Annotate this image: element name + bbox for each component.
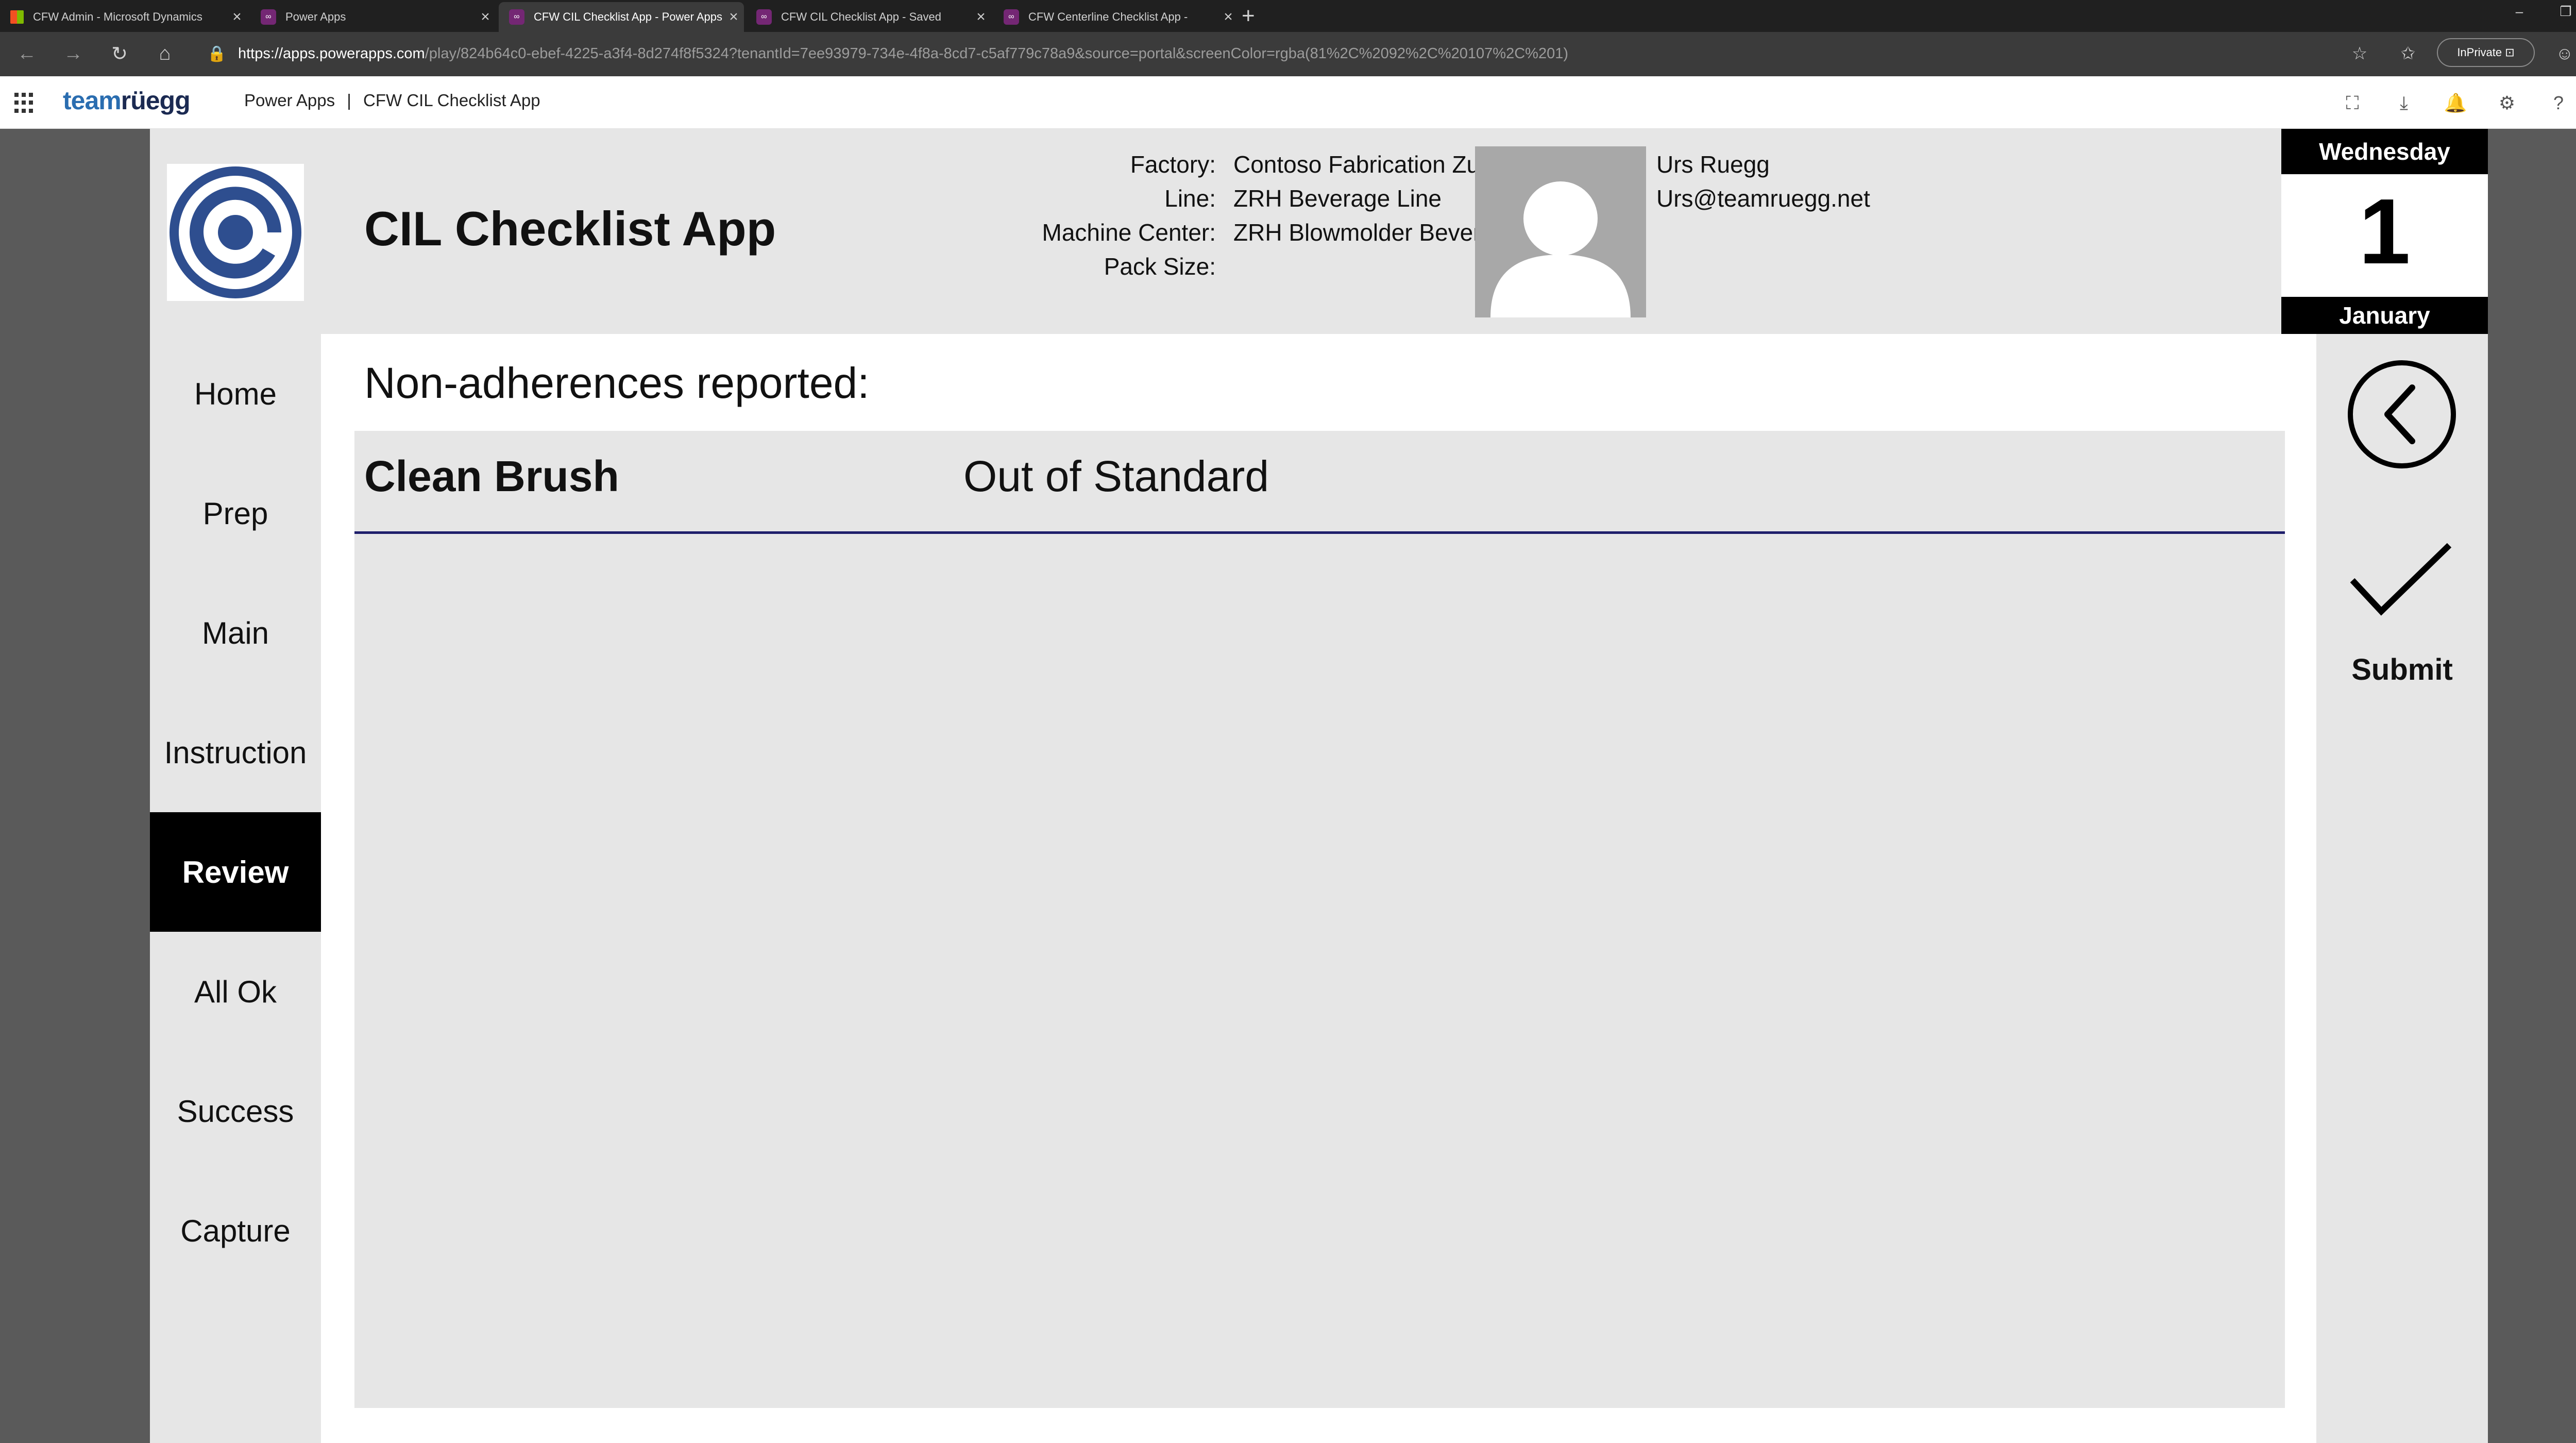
app-name: CFW CIL Checklist App bbox=[363, 91, 540, 110]
nav-item-prep[interactable]: Prep bbox=[150, 454, 321, 573]
close-tab-icon[interactable]: × bbox=[1218, 8, 1239, 26]
nav-item-capture[interactable]: Capture bbox=[150, 1171, 321, 1290]
breadcrumb-separator: | bbox=[347, 91, 351, 110]
nav-item-review[interactable]: Review bbox=[150, 812, 321, 932]
checkmark-icon bbox=[2350, 543, 2452, 616]
left-navigation: Home Prep Main Instruction Review All Ok… bbox=[150, 334, 321, 1443]
brand-ruegg: rüegg bbox=[121, 86, 191, 115]
minimize-icon[interactable]: – bbox=[2499, 0, 2540, 23]
home-icon[interactable]: ⌂ bbox=[149, 40, 180, 67]
line-label: Line: bbox=[1164, 185, 1216, 212]
gallery-item-name: Clean Brush bbox=[364, 452, 619, 500]
nav-item-home[interactable]: Home bbox=[150, 334, 321, 454]
pack-size-label: Pack Size: bbox=[1104, 253, 1216, 280]
user-name: Urs Ruegg bbox=[1656, 151, 1770, 178]
power-apps-icon: ∞ bbox=[1004, 9, 1019, 25]
browser-tab[interactable]: ∞ CFW Centerline Checklist App - × bbox=[993, 2, 1239, 32]
submit-label[interactable]: Submit bbox=[2316, 652, 2488, 687]
info-row-pack-size: Pack Size: bbox=[907, 249, 1540, 283]
new-tab-icon[interactable]: + bbox=[1242, 3, 1255, 29]
tab-title: Power Apps bbox=[285, 10, 346, 23]
powerapps-header: teamrüegg Power Apps | CFW CIL Checklist… bbox=[0, 76, 2576, 129]
info-row-machine-center: Machine Center: ZRH Blowmolder Beverage 1 bbox=[907, 215, 1540, 249]
close-tab-icon[interactable]: × bbox=[227, 8, 247, 26]
canvas-app: CIL Checklist App Factory: Contoso Fabric… bbox=[150, 129, 2488, 1443]
user-info: Urs Ruegg Urs@teamruegg.net bbox=[1656, 147, 1870, 215]
gallery-item-status: Out of Standard bbox=[963, 452, 1269, 500]
back-arrow-icon[interactable]: ← bbox=[11, 40, 42, 67]
user-email: Urs@teamruegg.net bbox=[1656, 185, 1870, 212]
inprivate-badge[interactable]: InPrivate ⊡ bbox=[2437, 38, 2535, 67]
machine-center-label: Machine Center: bbox=[1042, 219, 1216, 246]
tab-title: CFW Centerline Checklist App - bbox=[1028, 10, 1188, 23]
app-stage: CIL Checklist App Factory: Contoso Fabric… bbox=[0, 129, 2576, 1443]
microsoft-icon bbox=[10, 10, 24, 24]
date-weekday: Wednesday bbox=[2281, 129, 2488, 174]
url-host: https://apps.powerapps.com bbox=[238, 45, 425, 62]
browser-tab[interactable]: ∞ CFW CIL Checklist App - Saved × bbox=[746, 2, 991, 32]
help-icon[interactable]: ? bbox=[2543, 90, 2574, 116]
chevron-left-circle-icon bbox=[2348, 360, 2456, 468]
date-display: Wednesday 1 January bbox=[2281, 129, 2488, 334]
nav-item-instruction[interactable]: Instruction bbox=[150, 693, 321, 812]
inprivate-label: InPrivate bbox=[2457, 46, 2502, 59]
url-path: /play/824b64c0-ebef-4225-a3f4-8d274f8f53… bbox=[425, 45, 1568, 62]
download-icon[interactable]: ⤓ bbox=[2388, 90, 2419, 116]
close-tab-icon[interactable]: × bbox=[971, 8, 991, 26]
line-value: ZRH Beverage Line bbox=[1233, 185, 1442, 212]
settings-gear-icon[interactable]: ⚙ bbox=[2492, 90, 2522, 116]
context-info: Factory: Contoso Fabrication Zurich Line:… bbox=[907, 147, 1540, 283]
app-title: CIL Checklist App bbox=[364, 202, 776, 256]
breadcrumb: Power Apps | CFW CIL Checklist App bbox=[244, 91, 540, 110]
feedback-icon[interactable]: ☺ bbox=[2549, 40, 2576, 67]
refresh-icon[interactable]: ↻ bbox=[104, 40, 135, 67]
close-tab-icon[interactable]: × bbox=[475, 8, 496, 26]
forward-arrow-icon[interactable]: → bbox=[58, 40, 89, 67]
address-bar-row: ← → ↻ ⌂ 🔒 https://apps.powerapps.com/pla… bbox=[0, 32, 2576, 76]
nav-item-main[interactable]: Main bbox=[150, 573, 321, 693]
product-name[interactable]: Power Apps bbox=[244, 91, 335, 110]
tab-title: CFW Admin - Microsoft Dynamics bbox=[33, 10, 202, 23]
nav-item-all-ok[interactable]: All Ok bbox=[150, 932, 321, 1051]
tab-title: CFW CIL Checklist App - Power Apps bbox=[534, 10, 722, 23]
section-title: Non-adherences reported: bbox=[364, 359, 870, 407]
factory-label: Factory: bbox=[1130, 151, 1216, 178]
right-action-bar: Submit bbox=[2316, 334, 2488, 1443]
close-tab-icon[interactable]: × bbox=[723, 8, 744, 26]
power-apps-icon: ∞ bbox=[509, 9, 524, 25]
info-row-line: Line: ZRH Beverage Line bbox=[907, 181, 1540, 215]
app-launcher-icon[interactable] bbox=[14, 93, 35, 113]
brand-logo[interactable]: teamrüegg bbox=[63, 86, 191, 115]
notifications-bell-icon[interactable]: 🔔 bbox=[2440, 90, 2471, 116]
url-field[interactable]: https://apps.powerapps.com/play/824b64c0… bbox=[238, 42, 1568, 65]
lock-icon[interactable]: 🔒 bbox=[207, 42, 226, 65]
brand-team: team bbox=[63, 86, 122, 115]
app-header: CIL Checklist App Factory: Contoso Fabric… bbox=[150, 129, 2488, 334]
submit-button[interactable] bbox=[2346, 540, 2458, 628]
user-photo bbox=[1475, 146, 1646, 317]
non-adherence-gallery[interactable]: Clean Brush Out of Standard bbox=[354, 431, 2285, 1408]
app-logo bbox=[167, 164, 304, 301]
fit-to-screen-icon[interactable]: ⛶ bbox=[2337, 90, 2368, 116]
gallery-row[interactable]: Clean Brush Out of Standard bbox=[354, 431, 2285, 534]
date-day: 1 bbox=[2359, 179, 2411, 283]
person-silhouette-icon bbox=[1475, 146, 1646, 317]
favorites-icon[interactable]: ✩ bbox=[2393, 40, 2424, 67]
company-logo-icon bbox=[170, 166, 301, 298]
date-month: January bbox=[2281, 297, 2488, 334]
power-apps-icon: ∞ bbox=[756, 9, 772, 25]
restore-icon[interactable]: ❐ bbox=[2545, 0, 2576, 23]
browser-tab[interactable]: ∞ Power Apps × bbox=[250, 2, 496, 32]
tab-title: CFW CIL Checklist App - Saved bbox=[781, 10, 941, 23]
power-apps-icon: ∞ bbox=[261, 9, 276, 25]
nav-item-success[interactable]: Success bbox=[150, 1051, 321, 1171]
info-row-factory: Factory: Contoso Fabrication Zurich bbox=[907, 147, 1540, 181]
browser-tab-strip: CFW Admin - Microsoft Dynamics × ∞ Power… bbox=[0, 0, 2576, 32]
back-button[interactable] bbox=[2346, 359, 2458, 470]
favorite-star-icon[interactable]: ☆ bbox=[2344, 40, 2375, 67]
browser-tab-active[interactable]: ∞ CFW CIL Checklist App - Power Apps × bbox=[499, 2, 744, 32]
browser-tab[interactable]: CFW Admin - Microsoft Dynamics × bbox=[0, 2, 247, 32]
